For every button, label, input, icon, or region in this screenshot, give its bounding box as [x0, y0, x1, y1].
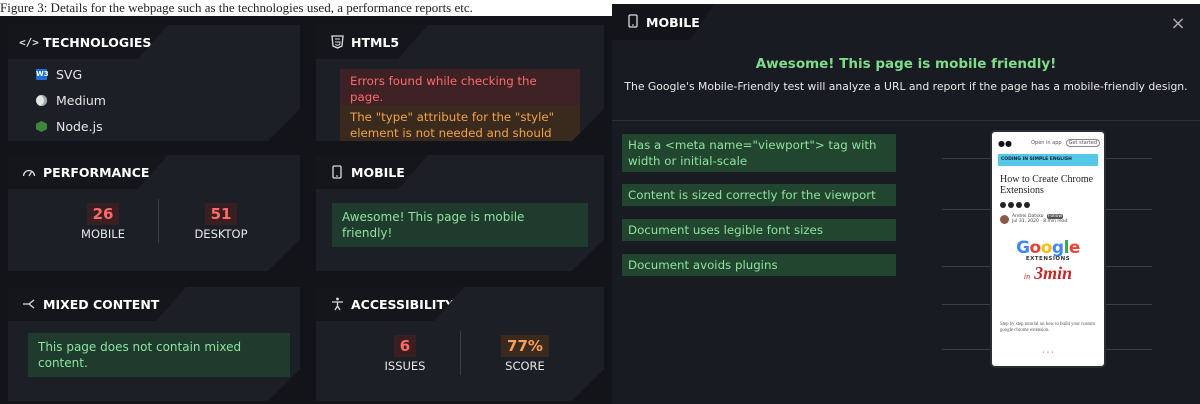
phone-icon — [330, 165, 344, 179]
accessibility-header: ACCESSIBILITY — [316, 287, 464, 321]
mixed-content-icon — [22, 297, 36, 311]
accessibility-icon — [330, 297, 344, 311]
social-icon — [1024, 202, 1030, 208]
google-letter: e — [1068, 238, 1081, 258]
preview-article-title: How to Create Chrome Extensions — [1000, 174, 1094, 196]
open-in-app-link: Open in app — [1031, 140, 1062, 146]
accessibility-title: ACCESSIBILITY — [351, 296, 455, 312]
issues-label: ISSUES — [384, 359, 426, 373]
check-font-sizes: Document uses legible font sizes — [622, 219, 896, 241]
technologies-title: TECHNOLOGIES — [43, 34, 152, 50]
gauge-icon — [22, 165, 36, 179]
article-date: Jul 31, 2020 · 8 min read — [1012, 219, 1068, 224]
get-started-link: Get started — [1065, 139, 1100, 147]
mobile-card: MOBILE Awesome! This page is mobile frie… — [316, 155, 604, 271]
html5-icon — [330, 35, 344, 49]
extensions-word: EXTENSIONS — [1025, 256, 1071, 262]
social-icon — [1000, 202, 1006, 208]
mobile-score-value: 26 — [87, 203, 120, 225]
performance-card: PERFORMANCE 26 MOBILE 51 DESKTOP — [8, 155, 300, 271]
medium-logo: ●● — [998, 138, 1012, 148]
social-icon — [1008, 202, 1014, 208]
issues-stat: 6 ISSUES — [360, 335, 450, 373]
check-content-sized: Content is sized correctly for the viewp… — [622, 184, 896, 206]
tech-item-svg[interactable]: W3 SVG — [36, 67, 82, 82]
performance-title: PERFORMANCE — [43, 164, 150, 180]
html5-header: HTML5 — [316, 25, 428, 59]
medium-icon — [36, 95, 47, 106]
google-letter: o — [1029, 238, 1042, 258]
desktop-score-value: 51 — [205, 203, 238, 225]
nodejs-icon — [36, 121, 47, 132]
desktop-score-label: DESKTOP — [194, 227, 248, 241]
tech-label: SVG — [56, 67, 83, 82]
preview-topbar: ●● Open in app Get started — [998, 138, 1100, 148]
google-letter: G — [1016, 238, 1030, 258]
mobile-score-label: MOBILE — [81, 227, 125, 241]
stat-divider — [460, 331, 461, 375]
mobile-detail-panel: MOBILE × Awesome! This page is mobile fr… — [612, 4, 1200, 404]
desktop-score: 51 DESKTOP — [176, 203, 266, 241]
result-title: Awesome! This page is mobile friendly! — [755, 56, 1057, 72]
w3c-icon: W3 — [36, 70, 49, 78]
accessibility-card: ACCESSIBILITY 6 ISSUES 77% SCORE — [316, 287, 604, 401]
issues-value: 6 — [394, 335, 416, 357]
mobile-score: 26 MOBILE — [58, 203, 148, 241]
performance-header: PERFORMANCE — [8, 155, 168, 189]
tech-label: Node.js — [56, 119, 103, 134]
preview-dots: • • • — [1041, 350, 1055, 356]
code-icon: </> — [19, 35, 39, 49]
in-3min: in 3min — [992, 263, 1104, 284]
close-button[interactable]: × — [1170, 15, 1186, 33]
mixed-content-title: MIXED CONTENT — [43, 296, 160, 312]
mixed-content-message: This page does not contain mixed content… — [28, 333, 290, 377]
avatar — [1000, 214, 1009, 224]
mobile-title: MOBILE — [351, 164, 405, 180]
left-screenshot: Figure 3: Details for the webpage such a… — [0, 0, 612, 404]
result-description: The Google's Mobile-Friendly test will a… — [624, 80, 1188, 93]
technologies-header: </> TECHNOLOGIES — [8, 25, 168, 59]
google-word: Google — [992, 238, 1104, 258]
mixed-content-card: MIXED CONTENT This page does not contain… — [8, 287, 300, 401]
panel-header: MOBILE — [612, 4, 714, 40]
html5-card: HTML5 Errors found while checking the pa… — [316, 25, 604, 141]
preview-banner: CODING IN SIMPLE ENGLISH — [998, 154, 1098, 166]
score-value: 77% — [501, 335, 549, 357]
social-icon — [1016, 202, 1022, 208]
html5-error-summary: Errors found while checking the page. — [340, 69, 580, 109]
panel-title: MOBILE — [646, 14, 700, 30]
google-letter: o — [1040, 238, 1053, 258]
score-stat: 77% SCORE — [480, 335, 570, 373]
mobile-preview: ●● Open in app Get started CODING IN SIM… — [992, 132, 1104, 366]
html5-title: HTML5 — [351, 34, 400, 50]
tech-item-medium[interactable]: Medium — [36, 93, 106, 108]
preview-summary: Step by step tutorial on how to build yo… — [1000, 322, 1095, 333]
figure-caption: Figure 3: Details for the webpage such a… — [0, 0, 473, 15]
preview-author-row: Andrei Datsko Follow Jul 31, 2020 · 8 mi… — [1000, 214, 1068, 224]
phone-icon — [628, 14, 638, 31]
tech-item-nodejs[interactable]: Node.js — [36, 119, 103, 134]
technologies-card: </> TECHNOLOGIES W3 SVG Medium Node.js — [8, 25, 300, 141]
mixed-content-header: MIXED CONTENT — [8, 287, 186, 321]
mobile-friendly-message: Awesome! This page is mobile friendly! — [332, 203, 588, 247]
stat-divider — [158, 199, 159, 243]
banner-text: CODING IN SIMPLE ENGLISH — [1001, 157, 1072, 162]
check-viewport: Has a <meta name="viewport"> tag with wi… — [622, 134, 896, 172]
google-letter: g — [1051, 238, 1064, 258]
html5-warning: The "type" attribute for the "style" ele… — [340, 105, 580, 141]
google-extensions-logo: Google EXTENSIONS in 3min — [992, 238, 1104, 284]
mobile-header: MOBILE — [316, 155, 428, 189]
divider — [612, 120, 1200, 121]
preview-social-icons — [1000, 202, 1030, 208]
score-label: SCORE — [505, 359, 545, 373]
three-min-word: 3min — [1034, 263, 1073, 283]
check-plugins: Document avoids plugins — [622, 254, 896, 276]
tech-label: Medium — [56, 93, 106, 108]
in-word: in — [1023, 272, 1031, 281]
